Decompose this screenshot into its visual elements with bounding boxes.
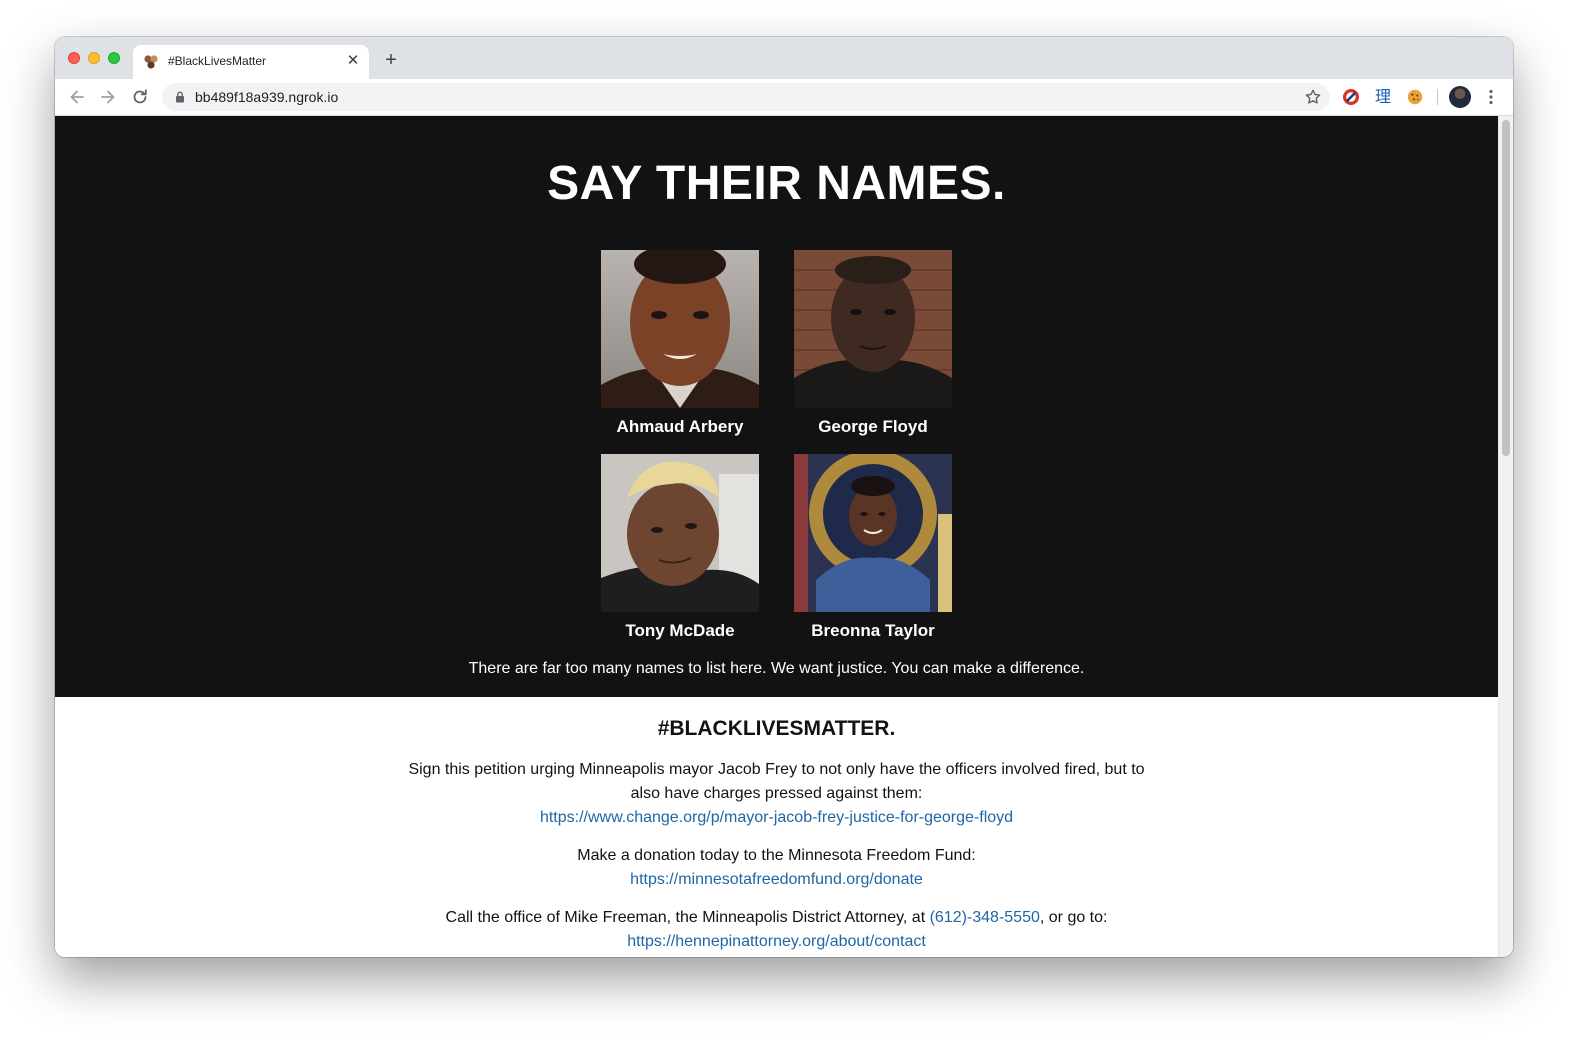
hero-title: SAY THEIR NAMES. — [547, 157, 1006, 210]
lock-icon[interactable] — [173, 90, 187, 104]
petition-paragraph: Sign this petition urging Minneapolis ma… — [397, 758, 1157, 830]
portrait-photo — [794, 250, 952, 408]
person-name: Ahmaud Arbery — [616, 417, 744, 436]
phone-link[interactable]: (612)-348-5550 — [930, 909, 1040, 926]
profile-avatar[interactable] — [1449, 86, 1471, 108]
person-name: Tony McDade — [625, 621, 735, 640]
scrollbar-thumb[interactable] — [1502, 120, 1510, 456]
toolbar-divider — [1437, 89, 1438, 105]
hero-subtitle: There are far too many names to list her… — [468, 660, 1085, 677]
red-circle-extension-icon[interactable] — [1342, 88, 1360, 106]
person-name: George Floyd — [818, 417, 928, 436]
page-content: SAY THEIR NAMES. Ahmaud Arbery George Fl… — [55, 116, 1498, 957]
donation-link[interactable]: https://minnesotafreedomfund.org/donate — [630, 871, 923, 888]
close-tab-icon[interactable]: ✕ — [345, 53, 361, 69]
chinese-character-extension-icon[interactable]: 理 — [1374, 88, 1392, 106]
browser-window: #BlackLivesMatter ✕ + bb489f18a939.ngrok… — [55, 37, 1513, 957]
hearts-favicon-icon — [144, 55, 158, 69]
minimize-window-button[interactable] — [88, 52, 100, 64]
zoom-window-button[interactable] — [108, 52, 120, 64]
url-text[interactable]: bb489f18a939.ngrok.io — [195, 89, 338, 105]
contact-link[interactable]: https://hennepinattorney.org/about/conta… — [627, 933, 926, 950]
page-scrollbar[interactable] — [1498, 116, 1513, 957]
call-text-suffix: , or go to: — [1039, 909, 1108, 926]
tab-title: #BlackLivesMatter — [168, 54, 267, 68]
browser-toolbar: bb489f18a939.ngrok.io 理 — [55, 79, 1513, 116]
tab-strip: #BlackLivesMatter ✕ + — [55, 37, 1513, 79]
cookie-extension-icon[interactable] — [1406, 88, 1424, 106]
person-card-ahmaud-arbery: Ahmaud Arbery — [601, 250, 759, 437]
reload-icon[interactable] — [130, 87, 150, 107]
say-their-names-section: SAY THEIR NAMES. Ahmaud Arbery George Fl… — [55, 116, 1498, 697]
donation-text: Make a donation today to the Minnesota F… — [577, 847, 976, 864]
donation-paragraph: Make a donation today to the Minnesota F… — [397, 844, 1157, 892]
person-card-george-floyd: George Floyd — [794, 250, 952, 437]
blacklivesmatter-section: #BLACKLIVESMATTER. Sign this petition ur… — [55, 697, 1498, 954]
arrow-right-icon[interactable] — [98, 87, 118, 107]
section-title: #BLACKLIVESMATTER. — [657, 717, 896, 740]
portrait-photo — [601, 454, 759, 612]
address-bar[interactable]: bb489f18a939.ngrok.io — [162, 83, 1330, 111]
person-name: Breonna Taylor — [811, 621, 935, 640]
call-paragraph: Call the office of Mike Freeman, the Min… — [327, 906, 1227, 954]
new-tab-button[interactable]: + — [381, 50, 401, 70]
person-card-breonna-taylor: Breonna Taylor — [794, 454, 952, 641]
arrow-left-icon[interactable] — [67, 87, 87, 107]
person-card-tony-mcdade: Tony McDade — [601, 454, 759, 641]
petition-text: Sign this petition urging Minneapolis ma… — [408, 761, 1145, 802]
portrait-photo — [601, 250, 759, 408]
tab-blacklivesmatter[interactable]: #BlackLivesMatter ✕ — [133, 45, 369, 79]
petition-link[interactable]: https://www.change.org/p/mayor-jacob-fre… — [540, 809, 1013, 826]
close-window-button[interactable] — [68, 52, 80, 64]
portrait-photo — [794, 454, 952, 612]
call-text: Call the office of Mike Freeman, the Min… — [445, 909, 930, 926]
star-icon[interactable] — [1304, 88, 1322, 106]
vertical-dots-icon[interactable] — [1483, 88, 1499, 106]
